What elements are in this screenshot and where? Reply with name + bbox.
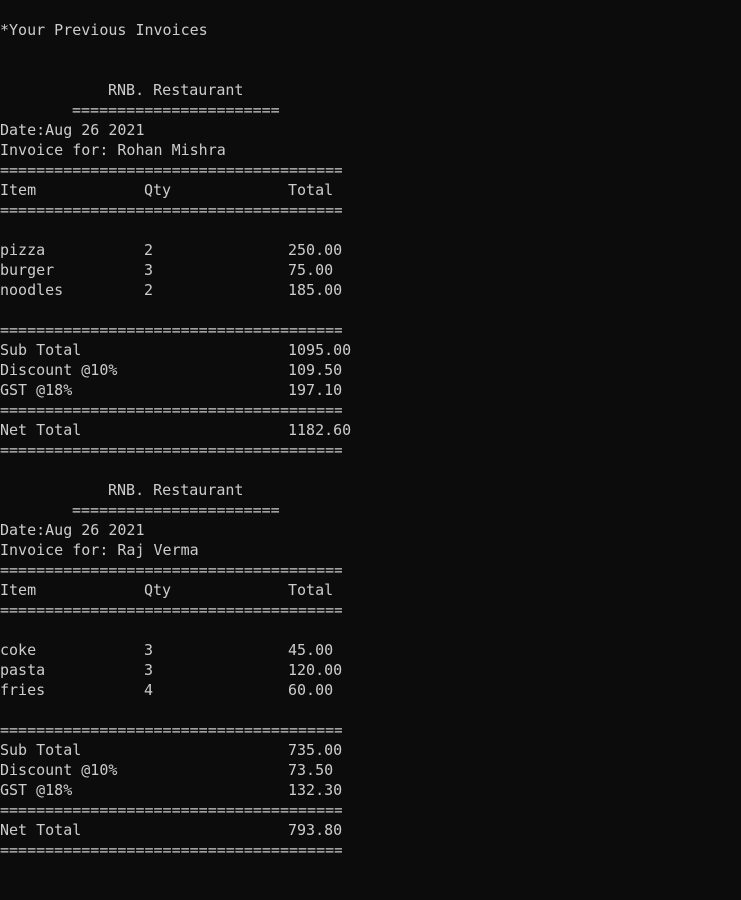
item-qty: 2: [144, 241, 154, 259]
restaurant-name: RNB. Restaurant: [108, 481, 244, 499]
separator: ======================================: [0, 161, 342, 179]
net-total-value: 1182.60: [288, 421, 352, 439]
column-header-qty: Qty: [144, 181, 172, 199]
column-header-item: Item: [0, 581, 37, 599]
item-total: 185.00: [288, 281, 343, 299]
page-header: *Your Previous Invoices: [0, 21, 208, 39]
discount-row: Discount @10% 109.50: [0, 360, 741, 380]
item-row: burger 3 75.00: [0, 260, 741, 280]
net-total-label: Net Total: [0, 821, 82, 839]
item-row: noodles 2 185.00: [0, 280, 741, 300]
item-qty: 3: [144, 261, 154, 279]
net-total-label: Net Total: [0, 421, 82, 439]
item-total: 60.00: [288, 681, 334, 699]
invoice: RNB. Restaurant ======================= …: [0, 80, 741, 460]
discount-row: Discount @10% 73.50: [0, 760, 741, 780]
discount-value: 109.50: [288, 361, 343, 379]
console-output: *Your Previous Invoices RNB. Restaurant …: [0, 20, 741, 860]
subtotal-label: Sub Total: [0, 741, 82, 759]
subtotal-value: 1095.00: [288, 341, 352, 359]
invoice: RNB. Restaurant ======================= …: [0, 480, 741, 860]
item-row: pizza 2 250.00: [0, 240, 741, 260]
restaurant-name: RNB. Restaurant: [108, 81, 244, 99]
invoice-date: Date:Aug 26 2021: [0, 121, 145, 139]
column-headers: Item Qty Total: [0, 580, 741, 600]
column-header-item: Item: [0, 181, 37, 199]
net-total-value: 793.80: [288, 821, 343, 839]
column-header-total: Total: [288, 581, 334, 599]
subtotal-value: 735.00: [288, 741, 343, 759]
discount-label: Discount @10%: [0, 361, 118, 379]
item-row: coke 3 45.00: [0, 640, 741, 660]
item-total: 45.00: [288, 641, 334, 659]
item-qty: 2: [144, 281, 154, 299]
gst-row: GST @18% 132.30: [0, 780, 741, 800]
item-row: fries 4 60.00: [0, 680, 741, 700]
gst-value: 197.10: [288, 381, 343, 399]
item-total: 120.00: [288, 661, 343, 679]
invoice-customer: Invoice for: Rohan Mishra: [0, 141, 226, 159]
gst-row: GST @18% 197.10: [0, 380, 741, 400]
column-header-total: Total: [288, 181, 334, 199]
item-name: pasta: [0, 661, 46, 679]
item-qty: 3: [144, 641, 154, 659]
item-total: 75.00: [288, 261, 334, 279]
item-name: noodles: [0, 281, 64, 299]
discount-value: 73.50: [288, 761, 334, 779]
invoice-customer: Invoice for: Raj Verma: [0, 541, 199, 559]
item-total: 250.00: [288, 241, 343, 259]
net-total-row: Net Total 1182.60: [0, 420, 741, 440]
item-name: coke: [0, 641, 37, 659]
title-underline: =======================: [72, 101, 280, 119]
invoice-date: Date:Aug 26 2021: [0, 521, 145, 539]
column-header-qty: Qty: [144, 581, 172, 599]
item-name: fries: [0, 681, 46, 699]
item-name: burger: [0, 261, 55, 279]
title-underline: =======================: [72, 501, 280, 519]
separator: ======================================: [0, 561, 342, 579]
item-qty: 3: [144, 661, 154, 679]
subtotal-row: Sub Total 735.00: [0, 740, 741, 760]
net-total-row: Net Total 793.80: [0, 820, 741, 840]
gst-value: 132.30: [288, 781, 343, 799]
item-name: pizza: [0, 241, 46, 259]
item-row: pasta 3 120.00: [0, 660, 741, 680]
subtotal-label: Sub Total: [0, 341, 82, 359]
gst-label: GST @18%: [0, 781, 73, 799]
item-qty: 4: [144, 681, 154, 699]
gst-label: GST @18%: [0, 381, 73, 399]
subtotal-row: Sub Total 1095.00: [0, 340, 741, 360]
terminal-window: { "header": "*Your Previous Invoices", "…: [0, 0, 741, 872]
discount-label: Discount @10%: [0, 761, 118, 779]
column-headers: Item Qty Total: [0, 180, 741, 200]
